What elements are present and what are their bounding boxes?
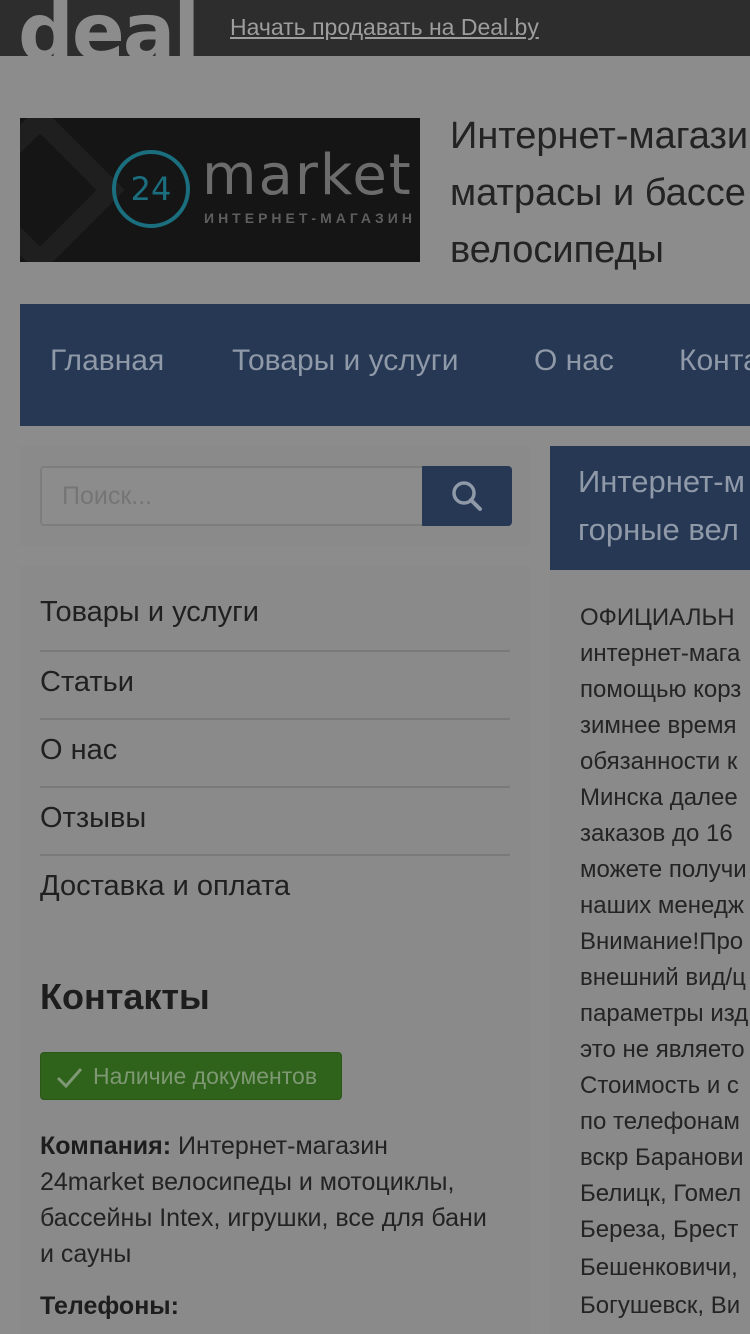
- content-title-line: Интернет-м: [578, 464, 745, 499]
- company-info: Компания: Интернет-магазин 24market вело…: [40, 1128, 510, 1272]
- divider: [40, 854, 510, 856]
- nav-item-about[interactable]: О нас: [534, 344, 614, 378]
- company-name: 24market велосипеды и мотоциклы,: [40, 1168, 455, 1196]
- content-text-line: внешний вид/ц: [580, 964, 746, 991]
- content-text-line: ОФИЦИАЛЬН: [580, 604, 735, 631]
- logo-word: market: [202, 143, 413, 208]
- logo-circle: 24: [112, 150, 190, 228]
- divider: [40, 650, 510, 652]
- search-icon: [452, 481, 482, 511]
- documents-badge[interactable]: Наличие документов: [40, 1052, 342, 1100]
- sidebar-item-reviews[interactable]: Отзывы: [40, 802, 510, 835]
- nav-item-products[interactable]: Товары и услуги: [232, 344, 459, 378]
- content-text-line: Белицк, Гомел: [580, 1180, 742, 1207]
- content-text-line: это не являето: [580, 1036, 745, 1063]
- content-title-line: горные вел: [578, 512, 739, 547]
- content-body: ОФИЦИАЛЬН интернет-мага помощью корз зим…: [550, 570, 750, 1334]
- store-title-line: матрасы и бассе: [450, 172, 746, 214]
- start-selling-link[interactable]: Начать продавать на Deal.by: [230, 14, 539, 41]
- sidebar-item-about[interactable]: О нас: [40, 734, 510, 767]
- store-logo[interactable]: 24 market ИНТЕРНЕТ-МАГАЗИН: [20, 118, 420, 262]
- content-text-line: обязанности к: [580, 748, 738, 775]
- company-name: Интернет-магазин: [178, 1132, 388, 1160]
- store-title: Интернет-магази матрасы и бассе велосипе…: [450, 108, 750, 279]
- content-text-line: Береза, Брест: [580, 1216, 739, 1243]
- deal-logo[interactable]: deal: [18, 0, 200, 72]
- phones-info: Телефоны:: [40, 1292, 179, 1321]
- sidebar-item-articles[interactable]: Статьи: [40, 666, 510, 699]
- company-name: и сауны: [40, 1240, 132, 1268]
- content-text-line: вскр Баранови: [580, 1144, 744, 1171]
- top-bar: deal Начать продавать на Deal.by: [0, 0, 750, 72]
- content-text-line: Внимание!Про: [580, 928, 744, 955]
- divider: [40, 718, 510, 720]
- nav-item-contacts[interactable]: Конта: [679, 344, 750, 378]
- content-text-line: интернет-мага: [580, 640, 741, 667]
- content-text-line: Бешенковичи,: [580, 1254, 738, 1281]
- sidebar-item-products[interactable]: Товары и услуги: [40, 596, 510, 629]
- phones-label: Телефоны:: [40, 1292, 179, 1320]
- main-nav: Главная Товары и услуги О нас Конта: [20, 304, 750, 426]
- divider: [40, 786, 510, 788]
- company-label: Компания:: [40, 1132, 172, 1160]
- content-text-line: зимнее время: [580, 712, 737, 739]
- sidebar-item-delivery[interactable]: Доставка и оплата: [40, 870, 510, 903]
- content-text-line: по телефонам: [580, 1108, 740, 1135]
- nav-item-home[interactable]: Главная: [50, 344, 164, 378]
- store-title-line: Интернет-магази: [450, 115, 749, 157]
- content-text-line: помощью корз: [580, 676, 742, 703]
- company-name: бассейны Intex, игрушки, все для бани: [40, 1204, 487, 1232]
- content-text-line: Богушевск, Ви: [580, 1292, 741, 1319]
- content-text-line: заказов до 16: [580, 820, 733, 847]
- check-icon: [56, 1068, 83, 1089]
- logo-decoration: [20, 118, 125, 262]
- content-text-line: параметры изд: [580, 1000, 749, 1027]
- content-header: Интернет-м горные вел: [550, 446, 750, 570]
- content-text-line: Минска далее: [580, 784, 738, 811]
- search-button[interactable]: [422, 466, 512, 526]
- documents-badge-label: Наличие документов: [93, 1063, 318, 1089]
- logo-subtitle: ИНТЕРНЕТ-МАГАЗИН: [204, 210, 416, 226]
- store-title-line: велосипеды: [450, 229, 664, 271]
- sidebar: Товары и услуги Статьи О нас Отзывы Дост…: [20, 566, 530, 1334]
- search-panel: [20, 446, 530, 546]
- content-text-line: Стоимость и с: [580, 1072, 739, 1099]
- contacts-heading: Контакты: [40, 976, 210, 1017]
- search-input[interactable]: [40, 466, 424, 526]
- content-text-line: наших менедж: [580, 892, 744, 919]
- content-text-line: можете получи: [580, 856, 747, 883]
